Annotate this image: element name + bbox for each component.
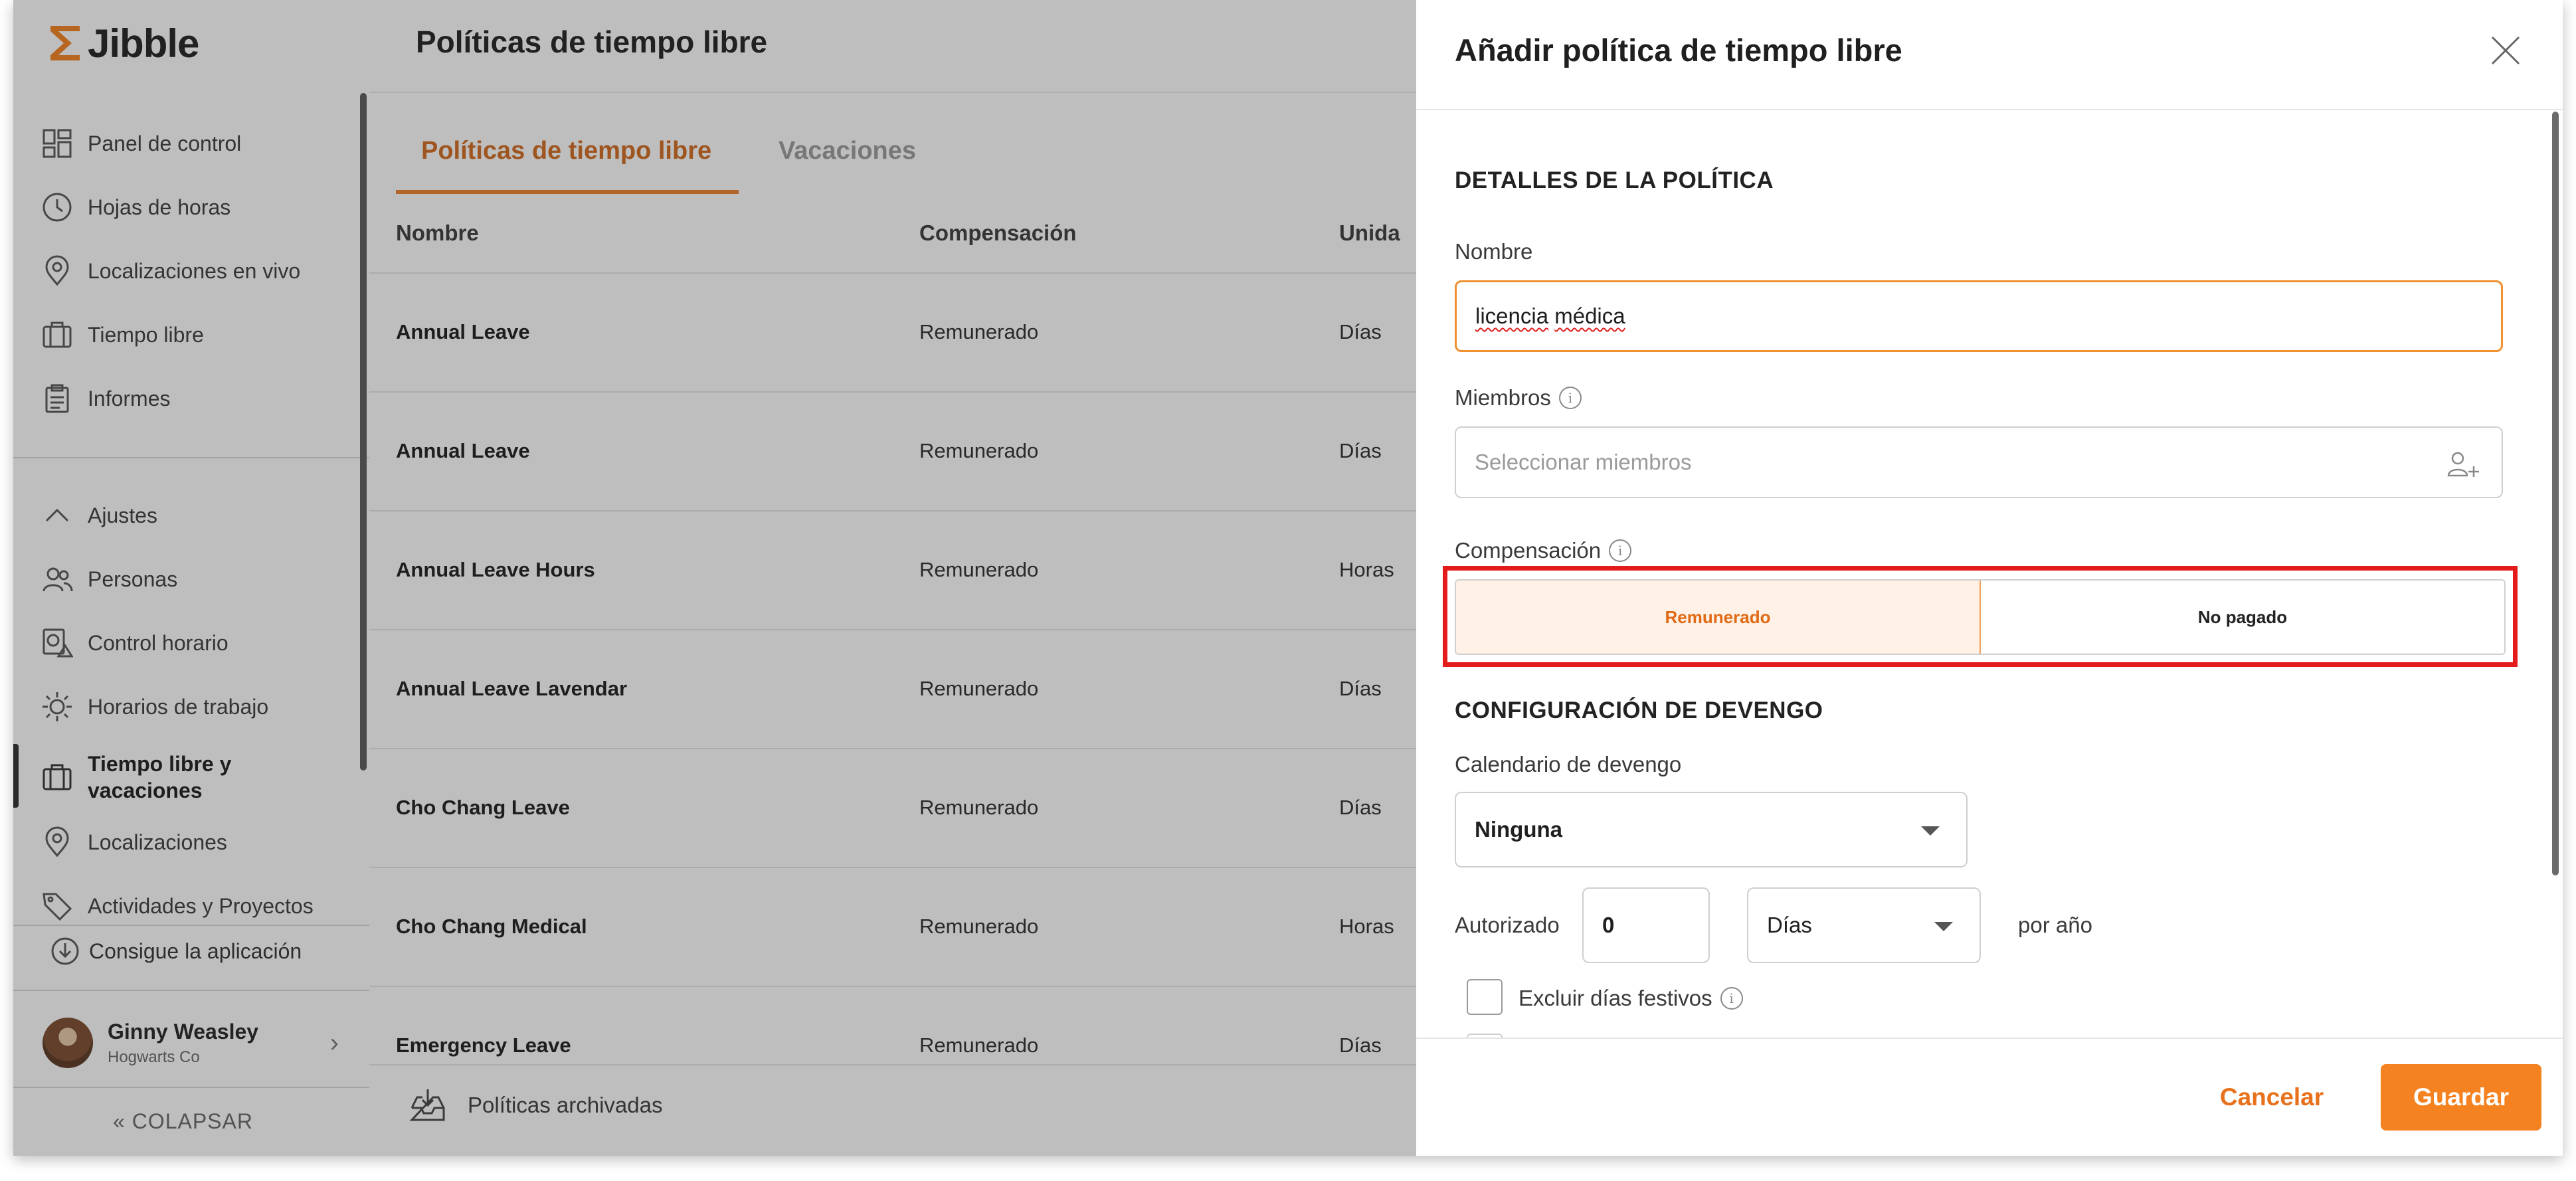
members-select[interactable]: Seleccionar miembros	[1455, 426, 2503, 498]
policy-name-value: licencia médica	[1475, 304, 1625, 329]
drawer-title: Añadir política de tiempo libre	[1455, 33, 1902, 68]
name-label-text: Nombre	[1455, 239, 1533, 264]
accrual-label-text: Calendario de devengo	[1455, 752, 1682, 776]
policy-name-word: médica	[1554, 304, 1625, 328]
members-label: Miembros i	[1455, 385, 1582, 410]
accrual-label: Calendario de devengo	[1455, 752, 1681, 777]
drawer-header-divider	[1416, 109, 2563, 110]
add-user-icon	[2447, 452, 2479, 477]
unit-select-value: Días	[1767, 913, 1812, 937]
info-icon[interactable]: i	[1609, 539, 1632, 562]
cancel-button[interactable]: Cancelar	[2205, 1064, 2338, 1131]
policy-name-word: licencia	[1475, 304, 1549, 328]
members-label-text: Miembros	[1455, 385, 1551, 410]
authorized-amount-value: 0	[1602, 913, 1615, 937]
modal-backdrop[interactable]	[13, 0, 1416, 1156]
drawer-scrollbar[interactable]	[2552, 112, 2559, 875]
highlight-box	[1443, 566, 2518, 667]
unit-select[interactable]: Días	[1747, 887, 1981, 963]
authorized-amount-input[interactable]: 0	[1582, 887, 1710, 963]
caret-down-icon	[1934, 922, 1953, 931]
name-label: Nombre	[1455, 239, 1532, 264]
caret-down-icon	[1921, 826, 1940, 836]
policy-name-input[interactable]: licencia médica	[1455, 280, 2503, 352]
compensation-label: Compensación i	[1455, 538, 1632, 563]
exclude-holidays-checkbox[interactable]	[1467, 979, 1503, 1015]
members-placeholder: Seleccionar miembros	[1475, 450, 1692, 474]
info-icon[interactable]: i	[1720, 987, 1743, 1010]
per-year-label: por año	[2018, 913, 2092, 937]
save-button[interactable]: Guardar	[2381, 1064, 2541, 1131]
accrual-schedule-value: Ninguna	[1475, 817, 1562, 842]
close-icon[interactable]	[2487, 32, 2524, 69]
section-accrual-settings: CONFIGURACIÓN DE DEVENGO	[1455, 697, 1823, 723]
compensation-label-text: Compensación	[1455, 538, 1602, 563]
section-policy-details: DETALLES DE LA POLÍTICA	[1455, 167, 1774, 193]
authorized-label: Autorizado	[1455, 913, 1560, 937]
app-window: Jibble Panel de control Hojas de horas L…	[13, 0, 2563, 1156]
info-icon[interactable]: i	[1558, 387, 1582, 409]
add-time-off-policy-drawer: Añadir política de tiempo libre DETALLES…	[1416, 0, 2563, 1156]
accrual-schedule-select[interactable]: Ninguna	[1455, 792, 1968, 867]
exclude-holidays-text: Excluir días festivos	[1518, 986, 1712, 1010]
exclude-holidays-label: Excluir días festivos i	[1518, 986, 1743, 1011]
